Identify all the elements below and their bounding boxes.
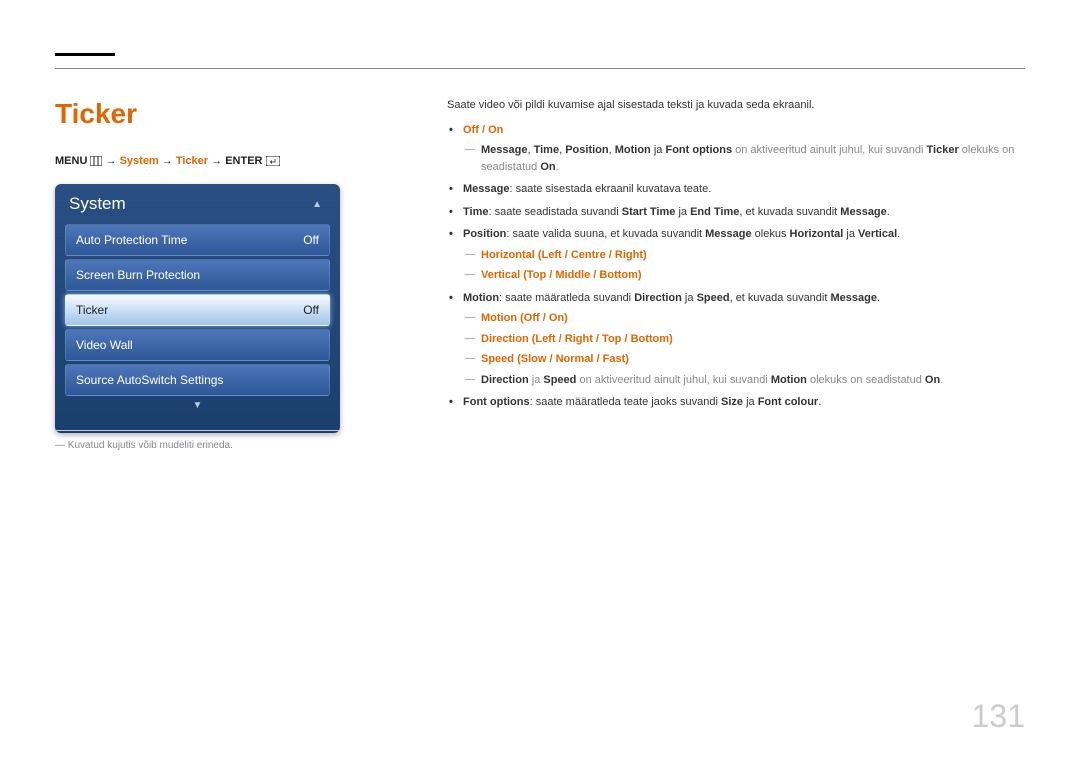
pos-horizontal: Horizontal (Left / Centre / Right): [463, 247, 1025, 264]
breadcrumb: MENU → System → Ticker → ENTER: [55, 155, 280, 167]
menu-item-auto-protection[interactable]: Auto Protection Time Off: [65, 224, 330, 256]
off-on-note: Message, Time, Position, Motion ja Font …: [463, 142, 1025, 175]
divider-line: [55, 68, 1025, 69]
page-number: 131: [972, 698, 1025, 735]
breadcrumb-enter: ENTER: [225, 155, 262, 167]
menu-item-ticker[interactable]: Ticker Off: [65, 294, 330, 326]
motion-note: Direction ja Speed on aktiveeritud ainul…: [463, 372, 1025, 389]
page-title: Ticker: [55, 98, 137, 130]
menu-icon: [90, 155, 102, 167]
motion-motion: Motion (Off / On): [463, 310, 1025, 327]
scroll-up-icon[interactable]: ▲: [312, 199, 322, 210]
description-column: Saate video või pildi kuvamise ajal sise…: [447, 97, 1025, 417]
menu-item-video-wall[interactable]: Video Wall: [65, 329, 330, 361]
panel-header: System ▲: [55, 184, 340, 224]
motion-direction: Direction (Left / Right / Top / Bottom): [463, 331, 1025, 348]
system-menu-panel: System ▲ Auto Protection Time Off Screen…: [55, 184, 340, 433]
intro-text: Saate video või pildi kuvamise ajal sise…: [447, 97, 1025, 114]
section-marker: [55, 53, 115, 56]
menu-item-source-autoswitch[interactable]: Source AutoSwitch Settings: [65, 364, 330, 396]
option-off-on: Off / On Message, Time, Position, Motion…: [447, 122, 1025, 176]
option-position: Position: saate valida suuna, et kuvada …: [447, 226, 1025, 284]
breadcrumb-system: System: [120, 155, 159, 167]
menu-item-screen-burn[interactable]: Screen Burn Protection: [65, 259, 330, 291]
option-font-options: Font options: saate määratleda teate jao…: [447, 394, 1025, 411]
breadcrumb-ticker: Ticker: [176, 155, 208, 167]
enter-icon: [266, 155, 280, 167]
divider: [55, 430, 340, 431]
pos-vertical: Vertical (Top / Middle / Bottom): [463, 267, 1025, 284]
scroll-down-icon[interactable]: ▼: [55, 400, 340, 411]
option-message: Message: saate sisestada ekraanil kuvata…: [447, 181, 1025, 198]
footnote: Kuvatud kujutis võib mudeliti erineda.: [55, 440, 233, 451]
breadcrumb-menu: MENU: [55, 155, 87, 167]
option-motion: Motion: saate määratleda suvandi Directi…: [447, 290, 1025, 389]
motion-speed: Speed (Slow / Normal / Fast): [463, 351, 1025, 368]
option-time: Time: saate seadistada suvandi Start Tim…: [447, 204, 1025, 221]
